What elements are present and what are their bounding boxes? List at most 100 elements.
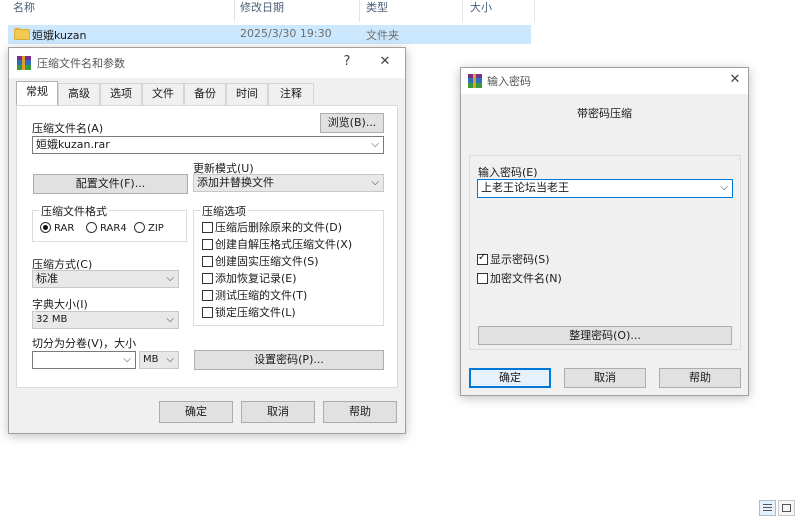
- checkbox-sfx[interactable]: 创建自解压格式压缩文件(X): [202, 236, 352, 252]
- close-icon[interactable]: ✕: [723, 70, 747, 92]
- details-view-icon[interactable]: [759, 500, 776, 516]
- archive-dialog-titlebar[interactable]: 压缩文件名和参数 ? ✕: [9, 48, 405, 78]
- split-label: 切分为分卷(V)，大小: [32, 337, 137, 350]
- tab-comment[interactable]: 注释: [268, 83, 314, 105]
- help-icon[interactable]: ?: [335, 52, 359, 74]
- ok-button[interactable]: 确定: [469, 368, 551, 388]
- update-mode-value: 添加并替换文件: [197, 176, 274, 189]
- method-value: 标准: [36, 272, 58, 285]
- checkbox-lock[interactable]: 锁定压缩文件(L): [202, 304, 296, 320]
- column-header-name[interactable]: 名称: [13, 0, 35, 18]
- update-mode-select[interactable]: 添加并替换文件 ⌵: [193, 174, 384, 192]
- tab-advanced[interactable]: 高级: [58, 83, 100, 105]
- set-password-button[interactable]: 设置密码(P)...: [194, 350, 384, 370]
- radio-label: ZIP: [148, 223, 164, 234]
- chevron-down-icon: ⌵: [166, 354, 174, 365]
- format-group: 压缩文件格式 RAR RAR4 ZIP: [32, 203, 187, 242]
- password-dialog: 输入密码 ✕ 带密码压缩 输入密码(E) 上老王论坛当老王 ⌵ 显示密码(S) …: [460, 67, 749, 396]
- tab-general[interactable]: 常规: [16, 81, 58, 105]
- checkbox-checked-icon: [477, 252, 488, 265]
- column-header-type[interactable]: 类型: [366, 0, 388, 18]
- archive-dialog: 压缩文件名和参数 ? ✕ 常规 高级 选项 文件 备份 时间 注释 压缩文件名(…: [8, 47, 406, 434]
- chevron-down-icon: ⌵: [166, 314, 174, 325]
- archive-name-field[interactable]: 姮娥kuzan.rar ⌵: [32, 136, 384, 154]
- file-name: 姮娥kuzan: [32, 29, 87, 42]
- checkbox-test[interactable]: 测试压缩的文件(T): [202, 287, 307, 303]
- checkbox-label: 创建自解压格式压缩文件(X): [215, 238, 353, 251]
- checkbox-label: 测试压缩的文件(T): [215, 289, 308, 302]
- column-header-size[interactable]: 大小: [470, 0, 492, 18]
- checkbox-delete-after[interactable]: 压缩后删除原来的文件(D): [202, 219, 342, 235]
- file-type: 文件夹: [366, 29, 399, 42]
- dict-size-label: 字典大小(I): [32, 298, 88, 311]
- column-header-modified[interactable]: 修改日期: [240, 0, 284, 18]
- radio-label: RAR: [54, 223, 75, 234]
- dict-size-select[interactable]: 32 MB ⌵: [32, 311, 179, 329]
- cancel-button[interactable]: 取消: [241, 401, 315, 423]
- tab-time[interactable]: 时间: [226, 83, 268, 105]
- checkbox-icon: [202, 222, 213, 233]
- column-separator[interactable]: [359, 0, 360, 22]
- checkbox-label: 加密文件名(N): [490, 272, 562, 285]
- radio-zip[interactable]: ZIP: [134, 222, 164, 234]
- checkbox-solid[interactable]: 创建固实压缩文件(S): [202, 253, 319, 269]
- tab-files[interactable]: 文件: [142, 83, 184, 105]
- archive-dialog-title: 压缩文件名和参数: [37, 57, 125, 70]
- archive-name-value: 姮娥kuzan.rar: [36, 138, 110, 151]
- ok-button[interactable]: 确定: [159, 401, 233, 423]
- column-separator[interactable]: [462, 0, 463, 22]
- chevron-down-icon: ⌵: [166, 273, 174, 284]
- tab-options[interactable]: 选项: [100, 83, 142, 105]
- file-row[interactable]: 姮娥kuzan 2025/3/30 19:30 文件夹: [8, 25, 531, 44]
- help-button[interactable]: 帮助: [659, 368, 741, 388]
- checkbox-icon: [202, 256, 213, 267]
- method-select[interactable]: 标准 ⌵: [32, 270, 179, 288]
- tab-backup[interactable]: 备份: [184, 83, 226, 105]
- dict-size-value: 32 MB: [36, 314, 68, 325]
- cancel-button[interactable]: 取消: [564, 368, 646, 388]
- password-heading: 带密码压缩: [577, 107, 632, 120]
- chevron-down-icon[interactable]: ⌵: [720, 180, 728, 196]
- options-group: 压缩选项 压缩后删除原来的文件(D) 创建自解压格式压缩文件(X) 创建固实压缩…: [193, 203, 384, 326]
- radio-icon: [134, 222, 145, 233]
- radio-selected-icon: [40, 222, 51, 233]
- checkbox-encrypt-names[interactable]: 加密文件名(N): [477, 270, 562, 286]
- archive-name-label: 压缩文件名(A): [32, 122, 104, 135]
- large-icons-view-icon[interactable]: [778, 500, 795, 516]
- general-tab-panel: 压缩文件名(A) 浏览(B)... 姮娥kuzan.rar ⌵ 更新模式(U) …: [16, 105, 398, 388]
- column-separator[interactable]: [534, 0, 535, 22]
- chevron-down-icon[interactable]: ⌵: [123, 352, 131, 368]
- split-size-field[interactable]: ⌵: [32, 351, 136, 369]
- checkbox-icon: [202, 307, 213, 318]
- organize-passwords-button[interactable]: 整理密码(O)...: [478, 326, 732, 345]
- winrar-icon: [17, 56, 31, 70]
- checkbox-show-password[interactable]: 显示密码(S): [477, 251, 550, 267]
- column-separator[interactable]: [234, 0, 235, 22]
- winrar-icon: [468, 74, 482, 88]
- checkbox-label: 添加恢复记录(E): [215, 272, 297, 285]
- checkbox-label: 创建固实压缩文件(S): [215, 255, 319, 268]
- checkbox-label: 锁定压缩文件(L): [215, 306, 296, 319]
- password-input[interactable]: 上老王论坛当老王 ⌵: [477, 179, 733, 198]
- format-group-title: 压缩文件格式: [39, 203, 109, 219]
- radio-icon: [86, 222, 97, 233]
- radio-label: RAR4: [100, 223, 127, 234]
- radio-rar4[interactable]: RAR4: [86, 222, 127, 234]
- chevron-down-icon: ⌵: [371, 177, 379, 188]
- chevron-down-icon[interactable]: ⌵: [371, 137, 379, 153]
- split-unit-select[interactable]: MB ⌵: [139, 351, 179, 369]
- password-dialog-titlebar[interactable]: 输入密码 ✕: [461, 68, 748, 94]
- browse-button[interactable]: 浏览(B)...: [320, 113, 384, 133]
- profiles-button[interactable]: 配置文件(F)...: [33, 174, 188, 194]
- help-button[interactable]: 帮助: [323, 401, 397, 423]
- radio-rar[interactable]: RAR: [40, 222, 74, 234]
- checkbox-icon: [202, 273, 213, 284]
- checkbox-icon: [202, 239, 213, 250]
- password-label: 输入密码(E): [478, 166, 538, 179]
- password-value: 上老王论坛当老王: [481, 181, 569, 194]
- file-modified: 2025/3/30 19:30: [240, 27, 332, 40]
- checkbox-recovery[interactable]: 添加恢复记录(E): [202, 270, 297, 286]
- checkbox-label: 压缩后删除原来的文件(D): [215, 221, 343, 234]
- options-group-title: 压缩选项: [200, 203, 248, 219]
- close-icon[interactable]: ✕: [373, 52, 397, 74]
